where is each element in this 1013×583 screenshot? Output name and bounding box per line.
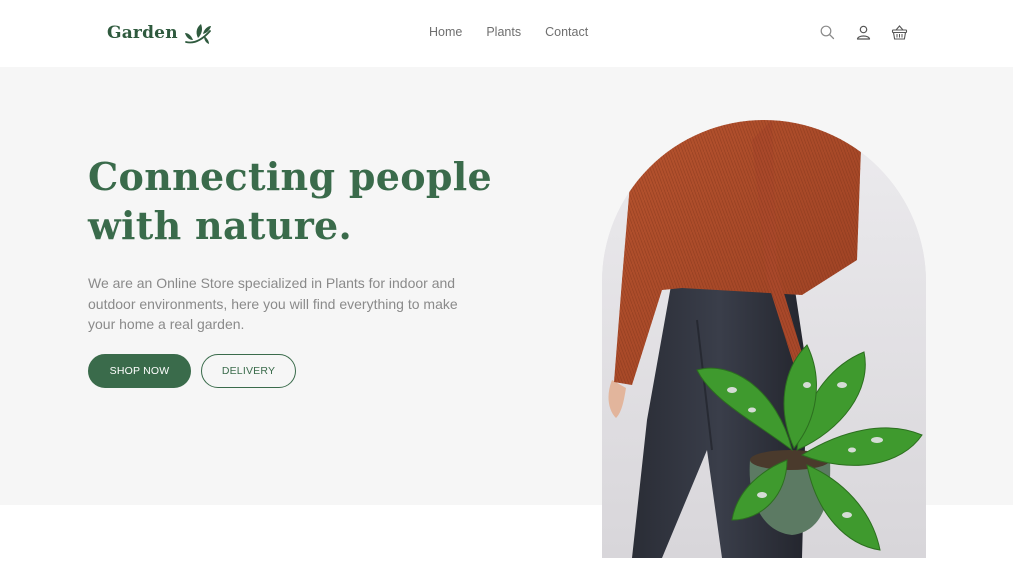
nav-home[interactable]: Home (429, 25, 462, 39)
shop-now-button[interactable]: SHOP NOW (88, 354, 191, 388)
person-with-plant-illustration (602, 120, 926, 558)
leaf-logo-icon (184, 24, 211, 44)
site-header: Garden Home Plants Contact (0, 0, 1013, 67)
user-icon[interactable] (855, 24, 872, 41)
header-actions (819, 24, 908, 41)
hero-title-line2: with nature. (88, 203, 353, 248)
hero-title-line1: Connecting people (88, 154, 492, 199)
search-icon[interactable] (819, 24, 836, 41)
nav-contact[interactable]: Contact (545, 25, 588, 39)
delivery-button[interactable]: DELIVERY (201, 354, 296, 388)
basket-icon[interactable] (891, 24, 908, 41)
logo-text: Garden (107, 23, 178, 43)
hero-title: Connecting people with nature. (88, 152, 508, 250)
hero-description: We are an Online Store specialized in Pl… (88, 275, 458, 332)
hero-plant-photo (602, 120, 926, 558)
logo[interactable]: Garden (107, 20, 212, 46)
main-nav: Home Plants Contact (429, 25, 588, 39)
nav-plants[interactable]: Plants (486, 25, 521, 39)
